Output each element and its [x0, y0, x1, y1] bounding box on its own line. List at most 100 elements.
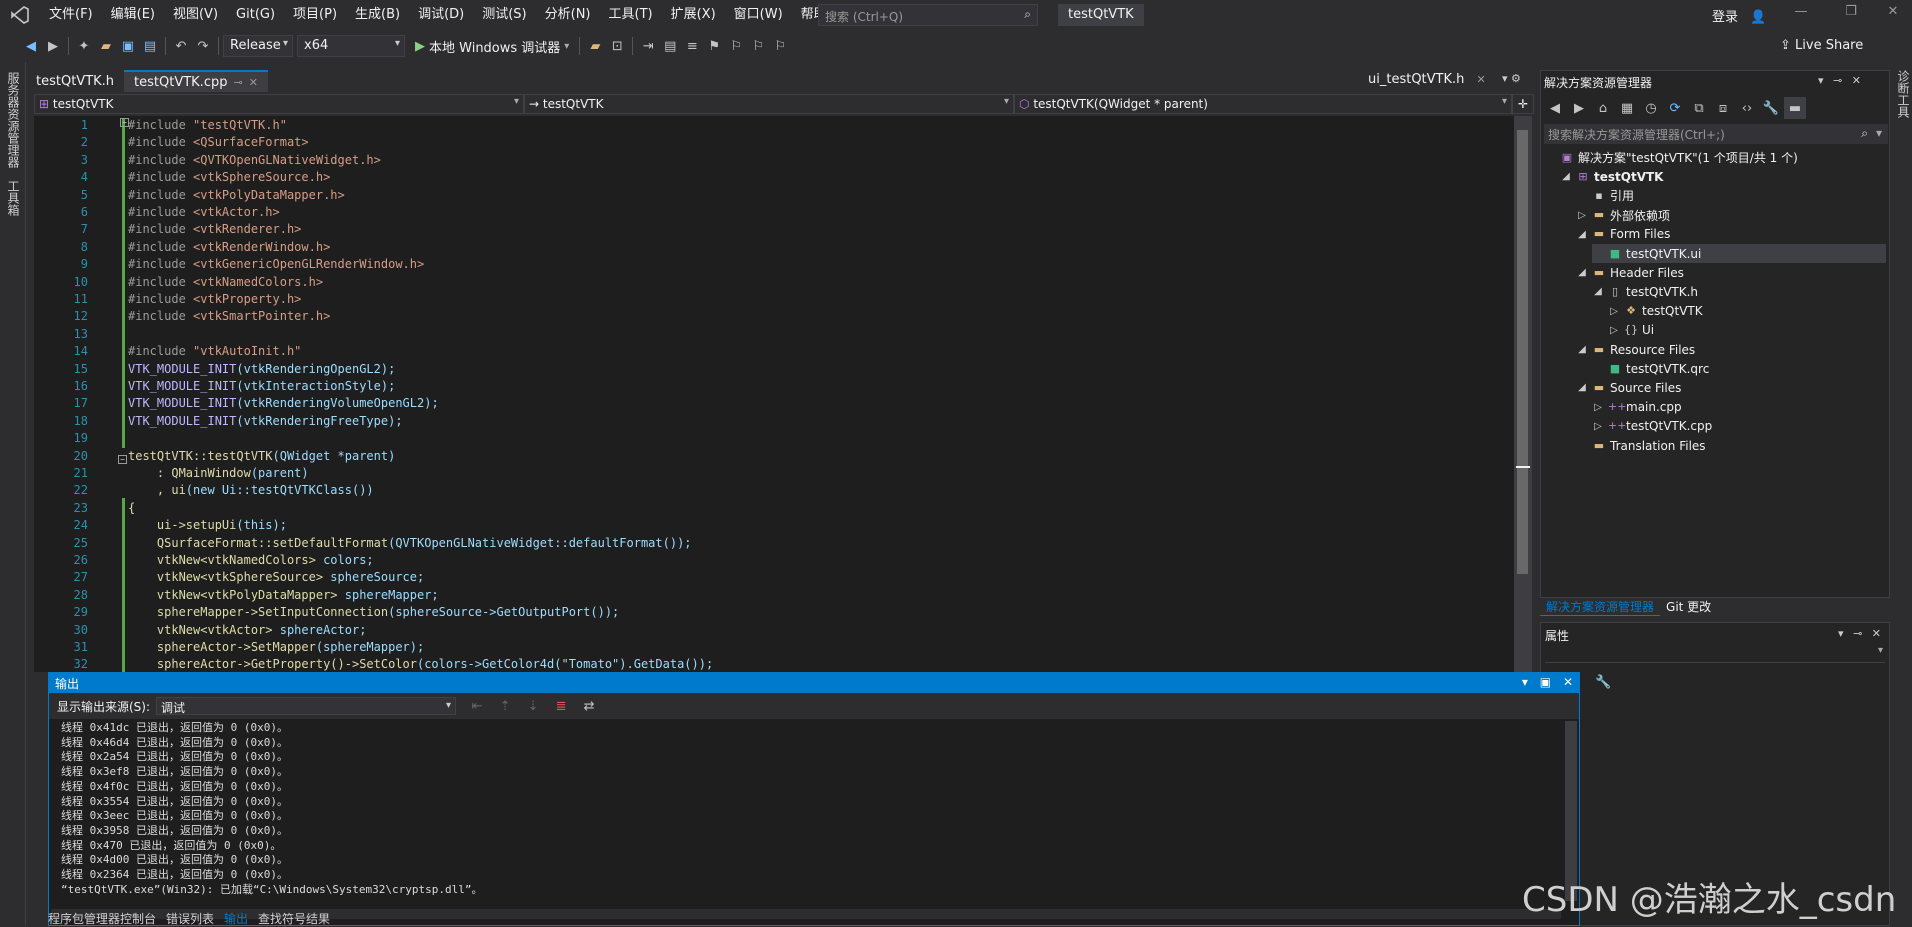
menu-item[interactable]: 文件(F) — [40, 0, 102, 30]
menu-item[interactable]: 编辑(E) — [102, 0, 164, 30]
tab-error-list[interactable]: 错误列表 — [166, 910, 214, 926]
screenshot-icon[interactable]: ⊡ — [606, 35, 628, 57]
collapsed-arrow-icon[interactable]: ▷ — [1592, 421, 1604, 432]
close-window-icon[interactable]: ✕ — [1878, 4, 1908, 19]
view-code-icon[interactable]: ‹› — [1736, 97, 1758, 119]
tree-item[interactable]: ▣ 解决方案"testQtVTK"(1 个项目/共 1 个) — [1544, 148, 1798, 167]
tree-item[interactable]: ◢ ▬ Source Files — [1576, 378, 1681, 397]
chevron-down-icon[interactable]: ▾ — [1818, 74, 1824, 87]
folder-icon[interactable]: ▰ — [584, 35, 606, 57]
save-all-icon[interactable]: ▤ — [139, 35, 161, 57]
tree-item[interactable]: ▷ ▬ 外部依赖项 — [1576, 206, 1670, 225]
tab-testqtvtk-cpp[interactable]: testQtVTK.cpp ⊸ ✕ — [124, 70, 268, 92]
close-icon[interactable]: ✕ — [1872, 627, 1881, 640]
pin-icon[interactable]: ⊸ — [233, 76, 242, 89]
next-message-icon[interactable]: ⇣ — [522, 695, 544, 717]
comment-icon[interactable]: ▤ — [659, 35, 681, 57]
minimize-icon[interactable]: — — [1786, 4, 1816, 19]
prev-bookmark-icon[interactable]: ⚐ — [725, 35, 747, 57]
open-folder-icon[interactable]: ▰ — [95, 35, 117, 57]
step-icon[interactable]: ⇥ — [637, 35, 659, 57]
menu-item[interactable]: 视图(V) — [164, 0, 227, 30]
tree-item[interactable]: ◢ ⊞ testQtVTK — [1560, 167, 1663, 186]
next-bookmark-icon[interactable]: ⚐ — [747, 35, 769, 57]
tree-item[interactable]: ▪ 引用 — [1576, 186, 1634, 205]
previous-message-icon[interactable]: ⇡ — [494, 695, 516, 717]
back-icon[interactable]: ◀ — [20, 35, 42, 57]
tab-git-changes[interactable]: Git 更改 — [1660, 598, 1717, 616]
new-item-icon[interactable]: ✦ — [73, 35, 95, 57]
forward-icon[interactable]: ▶ — [1568, 97, 1590, 119]
expanded-arrow-icon[interactable]: ◢ — [1592, 286, 1604, 297]
tree-item[interactable]: ◢ ▬ Resource Files — [1576, 340, 1695, 359]
member-select[interactable]: ⬡ testQtVTK(QWidget * parent) ▾ — [1014, 94, 1512, 114]
close-tab-icon[interactable]: ✕ — [249, 76, 258, 89]
undo-icon[interactable]: ↶ — [170, 35, 192, 57]
close-icon[interactable]: ✕ — [1563, 675, 1573, 689]
tree-item[interactable]: ■ testQtVTK.ui — [1592, 244, 1886, 263]
chevron-down-icon[interactable]: ▾ — [1838, 627, 1844, 640]
collapse-all-icon[interactable]: ⧉ — [1688, 97, 1710, 119]
collapsed-arrow-icon[interactable]: ▷ — [1608, 306, 1620, 317]
close-tab-icon[interactable]: ✕ — [1477, 73, 1486, 86]
tab-package-manager-console[interactable]: 程序包管理器控制台 — [48, 910, 156, 926]
expanded-arrow-icon[interactable]: ◢ — [1576, 382, 1588, 393]
tree-item[interactable]: ▬ Translation Files — [1576, 436, 1706, 455]
switch-views-icon[interactable]: ▦ — [1616, 97, 1638, 119]
project-select[interactable]: ⊞ testQtVTK ▾ — [34, 94, 524, 114]
preview-icon[interactable]: ▬ — [1784, 97, 1806, 119]
solution-configuration-select[interactable]: Release ▾ — [223, 35, 293, 57]
tab-find-symbol-results[interactable]: 查找符号结果 — [258, 910, 330, 926]
tree-item[interactable]: ◢ ▯ testQtVTK.h — [1592, 282, 1698, 301]
tree-item[interactable]: ◢ ▬ Form Files — [1576, 225, 1670, 244]
word-wrap-icon[interactable]: ⇄ — [578, 695, 600, 717]
tree-item[interactable]: ▷ {} Ui — [1608, 321, 1654, 340]
properties-icon[interactable]: 🔧 — [1760, 97, 1782, 119]
bookmark-icon[interactable]: ⚑ — [703, 35, 725, 57]
tab-overflow-icon[interactable]: ▾ ⚙ — [1502, 72, 1521, 85]
tab-solution-explorer[interactable]: 解决方案资源管理器 — [1540, 598, 1661, 616]
search-input[interactable]: 搜索 (Ctrl+Q) ⌕ — [818, 4, 1038, 26]
tree-item[interactable]: ▷ ++ testQtVTK.cpp — [1592, 417, 1712, 436]
history-icon[interactable]: ◷ — [1640, 97, 1662, 119]
chevron-down-icon[interactable]: ▾ — [1522, 675, 1528, 689]
split-window-icon[interactable]: ✛ — [1512, 94, 1534, 114]
tab-ui-testqtvtk-h[interactable]: ui_testQtVTK.h ✕ — [1368, 72, 1486, 87]
find-message-icon[interactable]: ⇤ — [466, 695, 488, 717]
collapse-icon[interactable]: − — [118, 455, 127, 464]
pin-icon[interactable]: ⊸ — [1853, 627, 1862, 640]
menu-item[interactable]: 调试(D) — [409, 0, 473, 30]
expanded-arrow-icon[interactable]: ◢ — [1576, 344, 1588, 355]
restore-icon[interactable]: ❐ — [1836, 4, 1866, 19]
maximize-icon[interactable]: ▣ — [1540, 675, 1551, 689]
sync-icon[interactable]: ⟳ — [1664, 97, 1686, 119]
solution-platform-select[interactable]: x64 ▾ — [297, 35, 405, 57]
tree-item[interactable]: ▷ ++ main.cpp — [1592, 398, 1682, 417]
output-log[interactable]: 线程 0x41dc 已退出，返回值为 0 (0x0)。 线程 0x46d4 已退出… — [61, 721, 483, 897]
redo-icon[interactable]: ↷ — [192, 35, 214, 57]
pin-icon[interactable]: ⊸ — [1833, 74, 1842, 87]
tree-item[interactable]: ◢ ▬ Header Files — [1576, 263, 1684, 282]
tree-item[interactable]: ■ testQtVTK.qrc — [1592, 359, 1710, 378]
clear-bookmarks-icon[interactable]: ⚐ — [769, 35, 791, 57]
save-icon[interactable]: ▣ — [117, 35, 139, 57]
collapsed-arrow-icon[interactable]: ▷ — [1608, 325, 1620, 336]
property-pages-icon[interactable]: 🔧 — [1595, 675, 1611, 690]
toolbox-tab[interactable]: 工具箱 — [5, 180, 22, 216]
menu-item[interactable]: 工具(T) — [600, 0, 662, 30]
menu-item[interactable]: 窗口(W) — [725, 0, 792, 30]
menu-item[interactable]: 测试(S) — [473, 0, 535, 30]
menu-item[interactable]: 生成(B) — [346, 0, 409, 30]
menu-item[interactable]: 扩展(X) — [662, 0, 725, 30]
show-all-files-icon[interactable]: ⧈ — [1712, 97, 1734, 119]
tab-testqtvtk-h[interactable]: testQtVTK.h — [26, 70, 124, 92]
collapse-icon[interactable]: − — [120, 118, 129, 127]
back-icon[interactable]: ◀ — [1544, 97, 1566, 119]
close-icon[interactable]: ✕ — [1852, 74, 1861, 87]
scrollbar-thumb[interactable] — [1517, 130, 1528, 574]
expanded-arrow-icon[interactable]: ◢ — [1576, 267, 1588, 278]
code-editor[interactable]: 1 2 3 4 5 6 7 8 9 10 11 12 13 14 15 16 17 18 19 20 21 22 23 24 2… — [34, 116, 1516, 672]
menu-item[interactable]: 分析(N) — [536, 0, 600, 30]
live-share-button[interactable]: ⇪ Live Share — [1780, 38, 1863, 53]
expanded-arrow-icon[interactable]: ◢ — [1576, 229, 1588, 240]
